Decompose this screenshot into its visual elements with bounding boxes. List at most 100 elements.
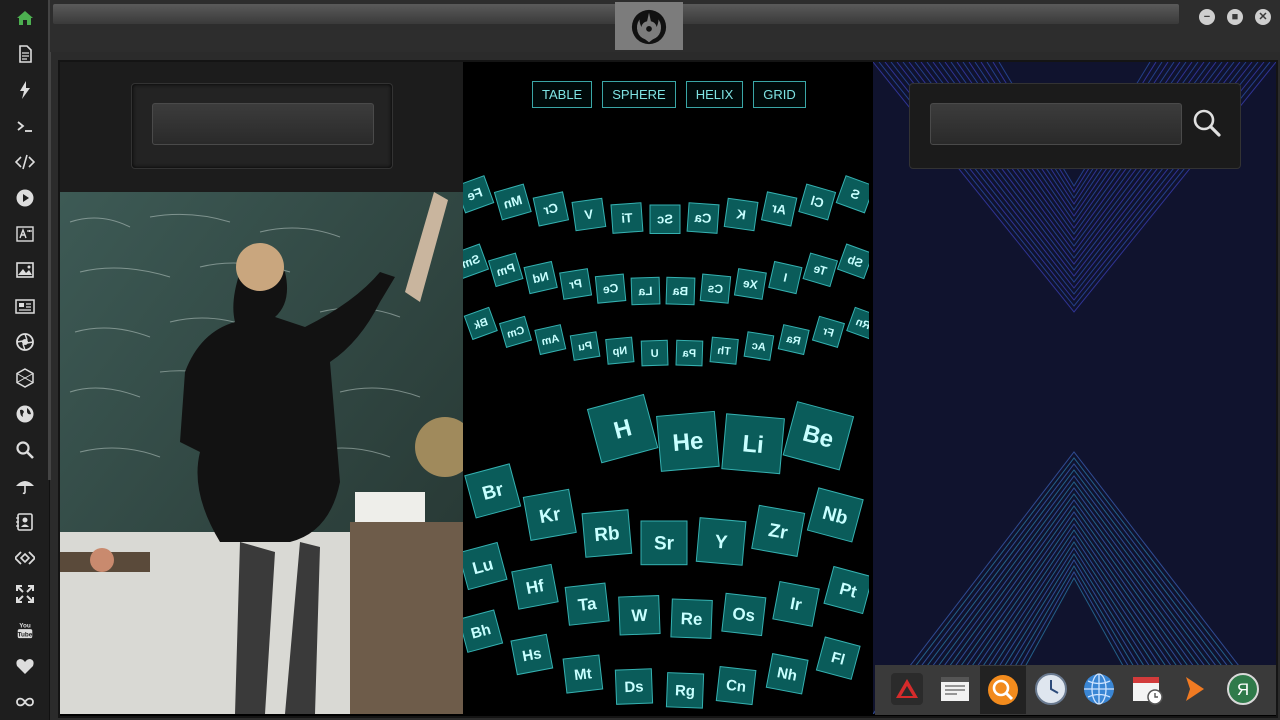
element-tile[interactable]: Bk (463, 306, 498, 341)
element-tile[interactable]: Cm (498, 315, 533, 348)
element-tile[interactable]: Sm (463, 243, 490, 280)
element-tile[interactable]: Xe (733, 268, 767, 300)
element-tile[interactable]: Cs (699, 273, 732, 304)
element-tile[interactable]: I (768, 260, 803, 295)
element-tile[interactable]: Rb (581, 509, 633, 558)
element-tile[interactable]: Ir (772, 580, 820, 627)
calendar-app-icon[interactable] (1129, 671, 1165, 707)
element-tile[interactable]: Pm (487, 252, 524, 288)
element-tile[interactable]: Mt (562, 654, 604, 694)
sidebar-scrollbar[interactable] (48, 0, 51, 480)
element-tile[interactable]: Cn (715, 666, 757, 706)
element-tile[interactable]: Rg (665, 672, 705, 709)
document-icon[interactable] (14, 43, 36, 65)
expand-icon[interactable] (14, 583, 36, 605)
contact-card-icon[interactable] (14, 511, 36, 533)
element-tile[interactable]: Cl (798, 183, 837, 221)
maximize-button[interactable]: ■ (1227, 9, 1243, 25)
element-tile[interactable]: Hf (511, 563, 559, 610)
youtube-icon[interactable]: You Tube (14, 619, 36, 641)
element-tile[interactable]: Hs (510, 633, 554, 676)
left-search-input[interactable] (152, 103, 374, 145)
aperture-icon[interactable] (14, 331, 36, 353)
search-icon[interactable] (14, 439, 36, 461)
element-tile[interactable]: Y (695, 517, 747, 566)
element-tile[interactable]: Ti (610, 202, 644, 234)
element-tile[interactable]: Np (605, 336, 635, 365)
element-tile[interactable]: Pa (675, 339, 704, 367)
translate-icon[interactable] (14, 223, 36, 245)
element-tile[interactable]: K (723, 197, 759, 232)
element-tile[interactable]: Zr (751, 504, 806, 557)
element-tile[interactable]: Nb (806, 487, 864, 543)
tab-grid[interactable]: GRID (753, 81, 806, 108)
heart-icon[interactable] (14, 655, 36, 677)
element-tile[interactable]: Fe (463, 175, 495, 214)
element-tile[interactable]: Sb (836, 243, 869, 280)
magnifier-icon[interactable] (1192, 108, 1222, 138)
hexagon-icon[interactable] (14, 367, 36, 389)
element-tile[interactable]: Nd (523, 260, 558, 295)
element-tile[interactable]: Ra (777, 324, 810, 356)
tab-sphere[interactable]: SPHERE (602, 81, 676, 108)
image-icon[interactable] (14, 259, 36, 281)
element-tile[interactable]: Ds (614, 668, 654, 705)
umbrella-icon[interactable] (14, 475, 36, 497)
home-icon[interactable] (14, 7, 36, 29)
right-search-input[interactable] (930, 103, 1182, 145)
element-tile[interactable]: La (630, 276, 661, 306)
element-tile[interactable]: Lu (463, 541, 508, 591)
globe-app-icon[interactable] (1081, 671, 1117, 707)
element-tile[interactable]: H (586, 393, 659, 464)
element-tile[interactable]: Nh (765, 653, 809, 695)
terminal-icon[interactable] (14, 115, 36, 137)
element-tile[interactable]: Sc (649, 204, 681, 234)
search-app-icon[interactable] (980, 666, 1026, 714)
infinity-icon[interactable] (14, 691, 36, 713)
element-tile[interactable]: W (618, 595, 661, 636)
play-icon[interactable] (14, 187, 36, 209)
element-tile[interactable]: S (835, 175, 869, 214)
element-tile[interactable]: U (640, 339, 669, 367)
yandex-app-icon[interactable]: Я (1225, 671, 1261, 707)
element-tile[interactable]: Bh (463, 609, 504, 653)
element-tile[interactable]: Os (721, 592, 767, 637)
globe-icon[interactable] (14, 403, 36, 425)
element-tile[interactable]: Rn (846, 306, 869, 341)
element-tile[interactable]: Ar (760, 191, 798, 227)
element-tile[interactable]: Ta (564, 582, 610, 626)
element-tile[interactable]: Th (709, 336, 739, 365)
code-icon[interactable] (14, 151, 36, 173)
element-tile[interactable]: Mn (493, 183, 532, 221)
lightning-icon[interactable] (14, 79, 36, 101)
element-tile[interactable]: Li (721, 413, 785, 475)
rebel-alliance-icon[interactable] (615, 2, 683, 50)
element-tile[interactable]: Te (802, 252, 839, 288)
minimize-button[interactable]: − (1199, 9, 1215, 25)
diamond-code-icon[interactable] (14, 547, 36, 569)
close-button[interactable]: ✕ (1255, 9, 1271, 25)
clock-app-icon[interactable] (1033, 671, 1069, 707)
red-triangle-app-icon[interactable] (889, 671, 925, 707)
element-tile[interactable]: Am (534, 324, 567, 356)
tab-table[interactable]: TABLE (532, 81, 593, 108)
newspaper-app-icon[interactable] (937, 671, 973, 707)
element-tile[interactable]: Cr (532, 191, 570, 227)
element-tile[interactable]: Fl (815, 636, 861, 680)
element-tile[interactable]: Fr (811, 315, 846, 348)
tab-helix[interactable]: HELIX (685, 81, 744, 108)
element-tile[interactable]: Ca (686, 202, 720, 234)
element-tile[interactable]: Re (670, 598, 713, 639)
element-tile[interactable]: V (571, 197, 607, 232)
element-tile[interactable]: Br (464, 463, 522, 519)
element-tile[interactable]: Ba (665, 276, 696, 306)
element-tile[interactable]: Ce (594, 273, 627, 304)
element-tile[interactable]: Pt (823, 565, 869, 615)
element-tile[interactable]: Pu (569, 331, 601, 361)
element-tile[interactable]: Kr (522, 488, 577, 541)
element-tile[interactable]: Ac (743, 331, 775, 361)
element-tile[interactable]: Sr (640, 520, 688, 566)
element-tile[interactable]: He (656, 410, 720, 472)
news-icon[interactable] (14, 295, 36, 317)
element-tile[interactable]: Be (782, 401, 855, 471)
